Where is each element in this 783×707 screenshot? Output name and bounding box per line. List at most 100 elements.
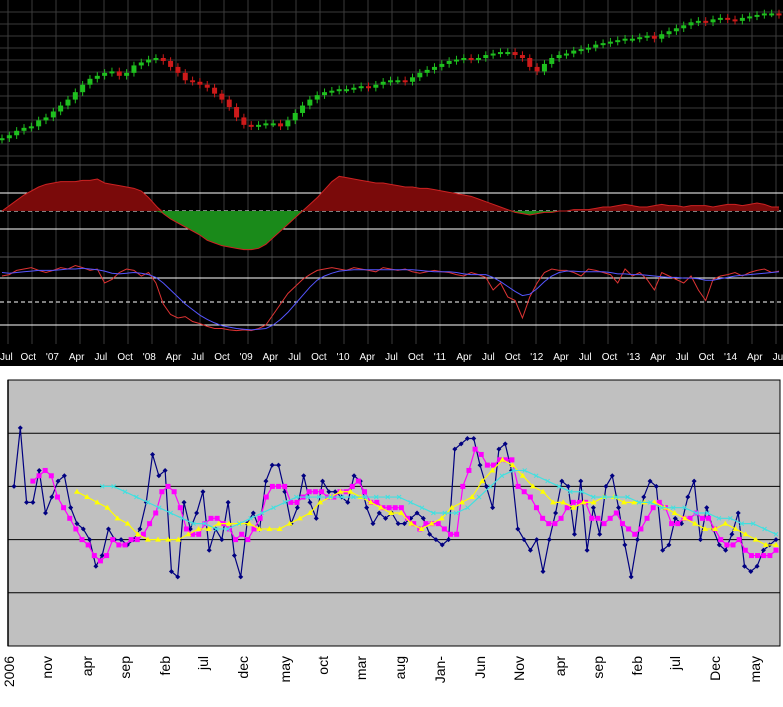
candle	[65, 95, 71, 110]
data-point	[589, 515, 595, 521]
candle	[754, 11, 760, 21]
candle-body	[0, 138, 5, 141]
candle-body	[116, 71, 122, 76]
candle	[446, 57, 452, 68]
candle	[732, 15, 738, 25]
bottom-axis-label: Nov	[511, 656, 527, 681]
bottom-axis-label: Jan-	[432, 656, 448, 684]
top-axis-label: Oct	[408, 352, 424, 363]
candle-body	[475, 58, 481, 60]
candle-body	[175, 66, 181, 73]
data-point	[36, 473, 42, 479]
bottom-axis-label: mar	[353, 656, 369, 680]
candle-body	[541, 63, 547, 72]
data-point	[718, 537, 724, 543]
candle	[87, 75, 93, 89]
candle	[747, 12, 753, 22]
candle	[497, 48, 503, 58]
candle	[776, 9, 782, 19]
candle	[28, 122, 34, 132]
data-point	[319, 489, 325, 495]
data-point	[742, 547, 748, 553]
candle-body	[248, 124, 254, 127]
candle	[725, 14, 731, 24]
candle-body	[556, 55, 562, 58]
top-axis-label: '11	[434, 352, 447, 363]
data-point	[177, 505, 183, 511]
candle	[43, 113, 49, 125]
data-point	[263, 494, 269, 500]
bottom-axis-label: may	[277, 656, 293, 682]
candle	[109, 67, 115, 77]
data-point	[398, 505, 404, 511]
bottom-axis-label: apr	[552, 656, 568, 677]
candle	[681, 21, 687, 32]
bottom-axis-label: feb	[157, 656, 173, 676]
candle	[234, 103, 240, 122]
data-point	[730, 542, 736, 548]
data-point	[669, 521, 675, 527]
candle-body	[622, 38, 628, 41]
candle	[475, 54, 481, 64]
candle-body	[329, 90, 335, 93]
data-point	[362, 489, 368, 495]
top-axis-label: Apr	[456, 352, 472, 363]
top-axis-label: '09	[240, 352, 253, 363]
candle-body	[512, 52, 518, 56]
candle-body	[292, 112, 298, 121]
top-axis-label: Jul	[0, 352, 13, 363]
candle-body	[278, 123, 284, 127]
data-point	[454, 531, 460, 537]
candle	[278, 119, 284, 131]
candle	[226, 95, 232, 111]
top-axis-label: '12	[530, 352, 543, 363]
candle-body	[563, 53, 569, 56]
data-point	[533, 505, 539, 511]
data-point	[233, 537, 239, 543]
candle	[263, 119, 269, 129]
candle	[769, 9, 775, 18]
bottom-axis-label: jul	[195, 656, 211, 671]
candle-body	[629, 38, 635, 41]
candle-body	[58, 105, 64, 112]
candle-body	[688, 22, 694, 26]
data-point	[355, 478, 361, 484]
candle	[453, 55, 459, 65]
candle	[146, 55, 152, 67]
candle	[50, 107, 56, 122]
data-point	[595, 515, 601, 521]
candle	[336, 85, 342, 95]
line-chart-panel: 2006 nov apr sep feb jul dec may oct mar aug Jan- Ju…	[0, 366, 783, 702]
candle	[380, 78, 386, 89]
candle-body	[424, 69, 430, 73]
candle	[0, 134, 5, 144]
data-point	[509, 457, 515, 463]
candle-body	[336, 89, 342, 92]
top-axis-label: Apr	[650, 352, 666, 363]
top-axis-label: Jul	[482, 352, 495, 363]
data-point	[104, 553, 110, 559]
candle-body	[160, 58, 166, 61]
data-point	[601, 521, 607, 527]
data-point	[705, 515, 711, 521]
candle	[578, 45, 584, 55]
candle-body	[417, 72, 423, 78]
data-point	[85, 542, 91, 548]
top-axis-label: Oct	[20, 352, 36, 363]
data-point	[650, 505, 656, 511]
candle	[160, 54, 166, 65]
candle-body	[153, 58, 159, 60]
candle-body	[36, 120, 42, 127]
candle	[153, 54, 159, 64]
top-axis-label: '14	[724, 352, 737, 363]
bottom-axis-label: aug	[392, 656, 408, 679]
candle	[285, 116, 291, 131]
candle	[585, 43, 591, 53]
data-point	[460, 483, 466, 489]
top-axis-label: Jul	[773, 352, 783, 363]
candle-body	[527, 58, 533, 67]
candle	[527, 54, 533, 71]
data-point	[269, 483, 275, 489]
top-axis-label: Apr	[69, 352, 85, 363]
candle-body	[431, 66, 437, 70]
